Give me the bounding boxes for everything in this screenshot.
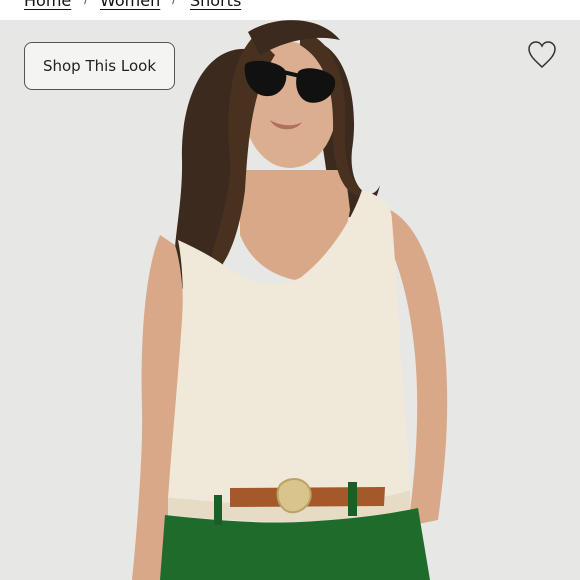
breadcrumb-women-link[interactable]: Women [100, 0, 160, 10]
shop-this-look-button[interactable]: Shop This Look [24, 42, 175, 90]
heart-outline-icon[interactable] [527, 41, 557, 69]
breadcrumb-home-link[interactable]: Home [24, 0, 71, 10]
breadcrumb-separator: / [84, 0, 89, 7]
product-photo-illustration [132, 20, 448, 580]
breadcrumb: Home / Women / Shorts [0, 0, 580, 20]
breadcrumb-separator: / [172, 0, 177, 7]
product-image[interactable] [0, 20, 580, 580]
breadcrumb-shorts-link[interactable]: Shorts [190, 0, 241, 10]
